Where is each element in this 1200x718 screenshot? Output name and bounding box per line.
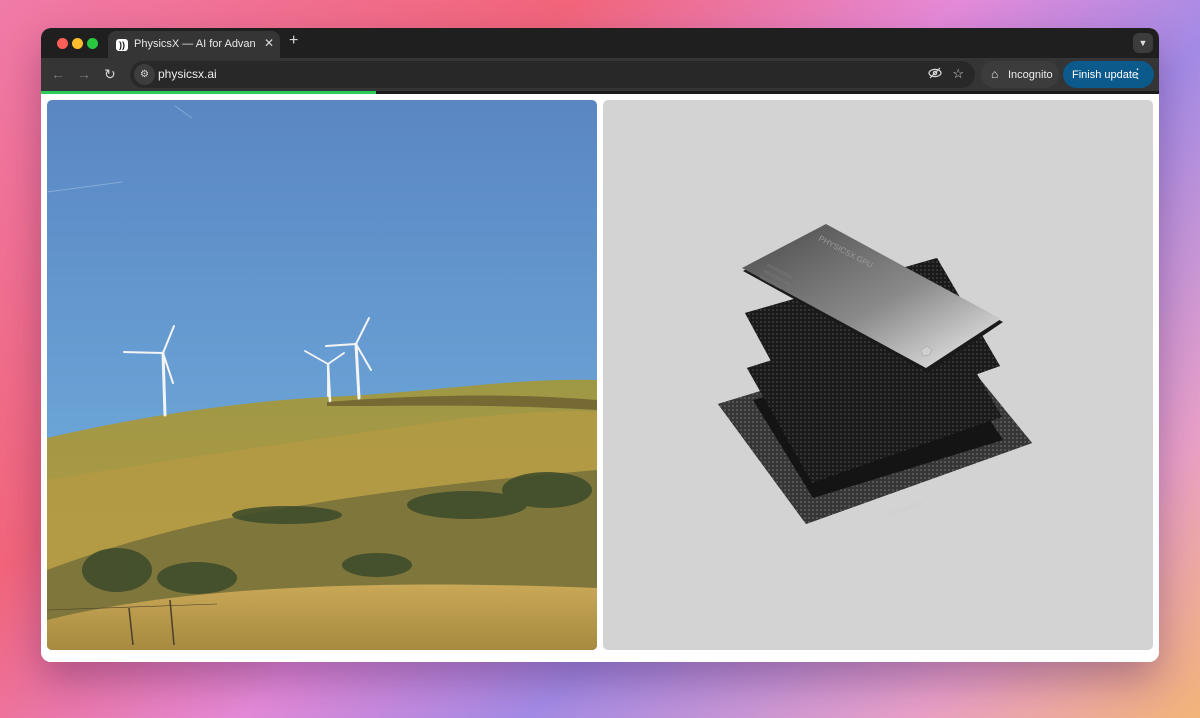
- more-vert-icon[interactable]: ⋮: [1131, 66, 1144, 82]
- chip-base-label: PHYSICSX: [889, 500, 925, 518]
- gpu-chip-image: PHYSICSX PHYSICSX GPU ENGINEERING ARCHIT…: [603, 100, 1153, 650]
- tab-physicsx[interactable]: )) PhysicsX — AI for Advanced E ✕: [108, 31, 280, 58]
- close-icon[interactable]: ✕: [264, 36, 274, 50]
- tune-icon[interactable]: ⚙: [134, 64, 155, 85]
- reload-icon[interactable]: ↻: [104, 66, 116, 82]
- chevron-down-icon[interactable]: ▼: [1133, 33, 1153, 53]
- eye-off-icon[interactable]: [928, 66, 942, 80]
- finish-update-button[interactable]: Finish update ⋮: [1063, 61, 1154, 88]
- page-content: PHYSICSX PHYSICSX GPU ENGINEERING ARCHIT…: [41, 94, 1159, 662]
- svg-text:PHYSICSX: PHYSICSX: [889, 500, 925, 518]
- tab-strip: )) PhysicsX — AI for Advanced E ✕ + ▼: [41, 28, 1159, 58]
- minimize-window-button[interactable]: [72, 38, 83, 49]
- arrow-left-icon[interactable]: ←: [51, 66, 65, 82]
- browser-toolbar: ← → ↻ ⚙ physicsx.ai ☆ ⌂ Incognito Finish…: [41, 58, 1159, 91]
- finish-update-label: Finish update: [1072, 69, 1139, 81]
- plus-icon[interactable]: +: [289, 33, 298, 49]
- incognito-button[interactable]: ⌂ Incognito: [981, 61, 1059, 88]
- url-text[interactable]: physicsx.ai: [158, 67, 217, 81]
- incognito-label: Incognito: [1008, 69, 1053, 81]
- maximize-window-button[interactable]: [87, 38, 98, 49]
- wind-turbines-image: [47, 100, 597, 650]
- physicsx-logo-icon: )): [116, 39, 128, 51]
- browser-window: )) PhysicsX — AI for Advanced E ✕ + ▼ ← …: [41, 28, 1159, 662]
- arrow-right-icon[interactable]: →: [77, 66, 91, 82]
- star-icon[interactable]: ☆: [952, 66, 964, 82]
- address-bar[interactable]: ⚙ physicsx.ai ☆: [130, 61, 975, 88]
- tab-title: PhysicsX — AI for Advanced E: [134, 38, 256, 50]
- close-window-button[interactable]: [57, 38, 68, 49]
- incognito-icon: ⌂: [991, 67, 999, 81]
